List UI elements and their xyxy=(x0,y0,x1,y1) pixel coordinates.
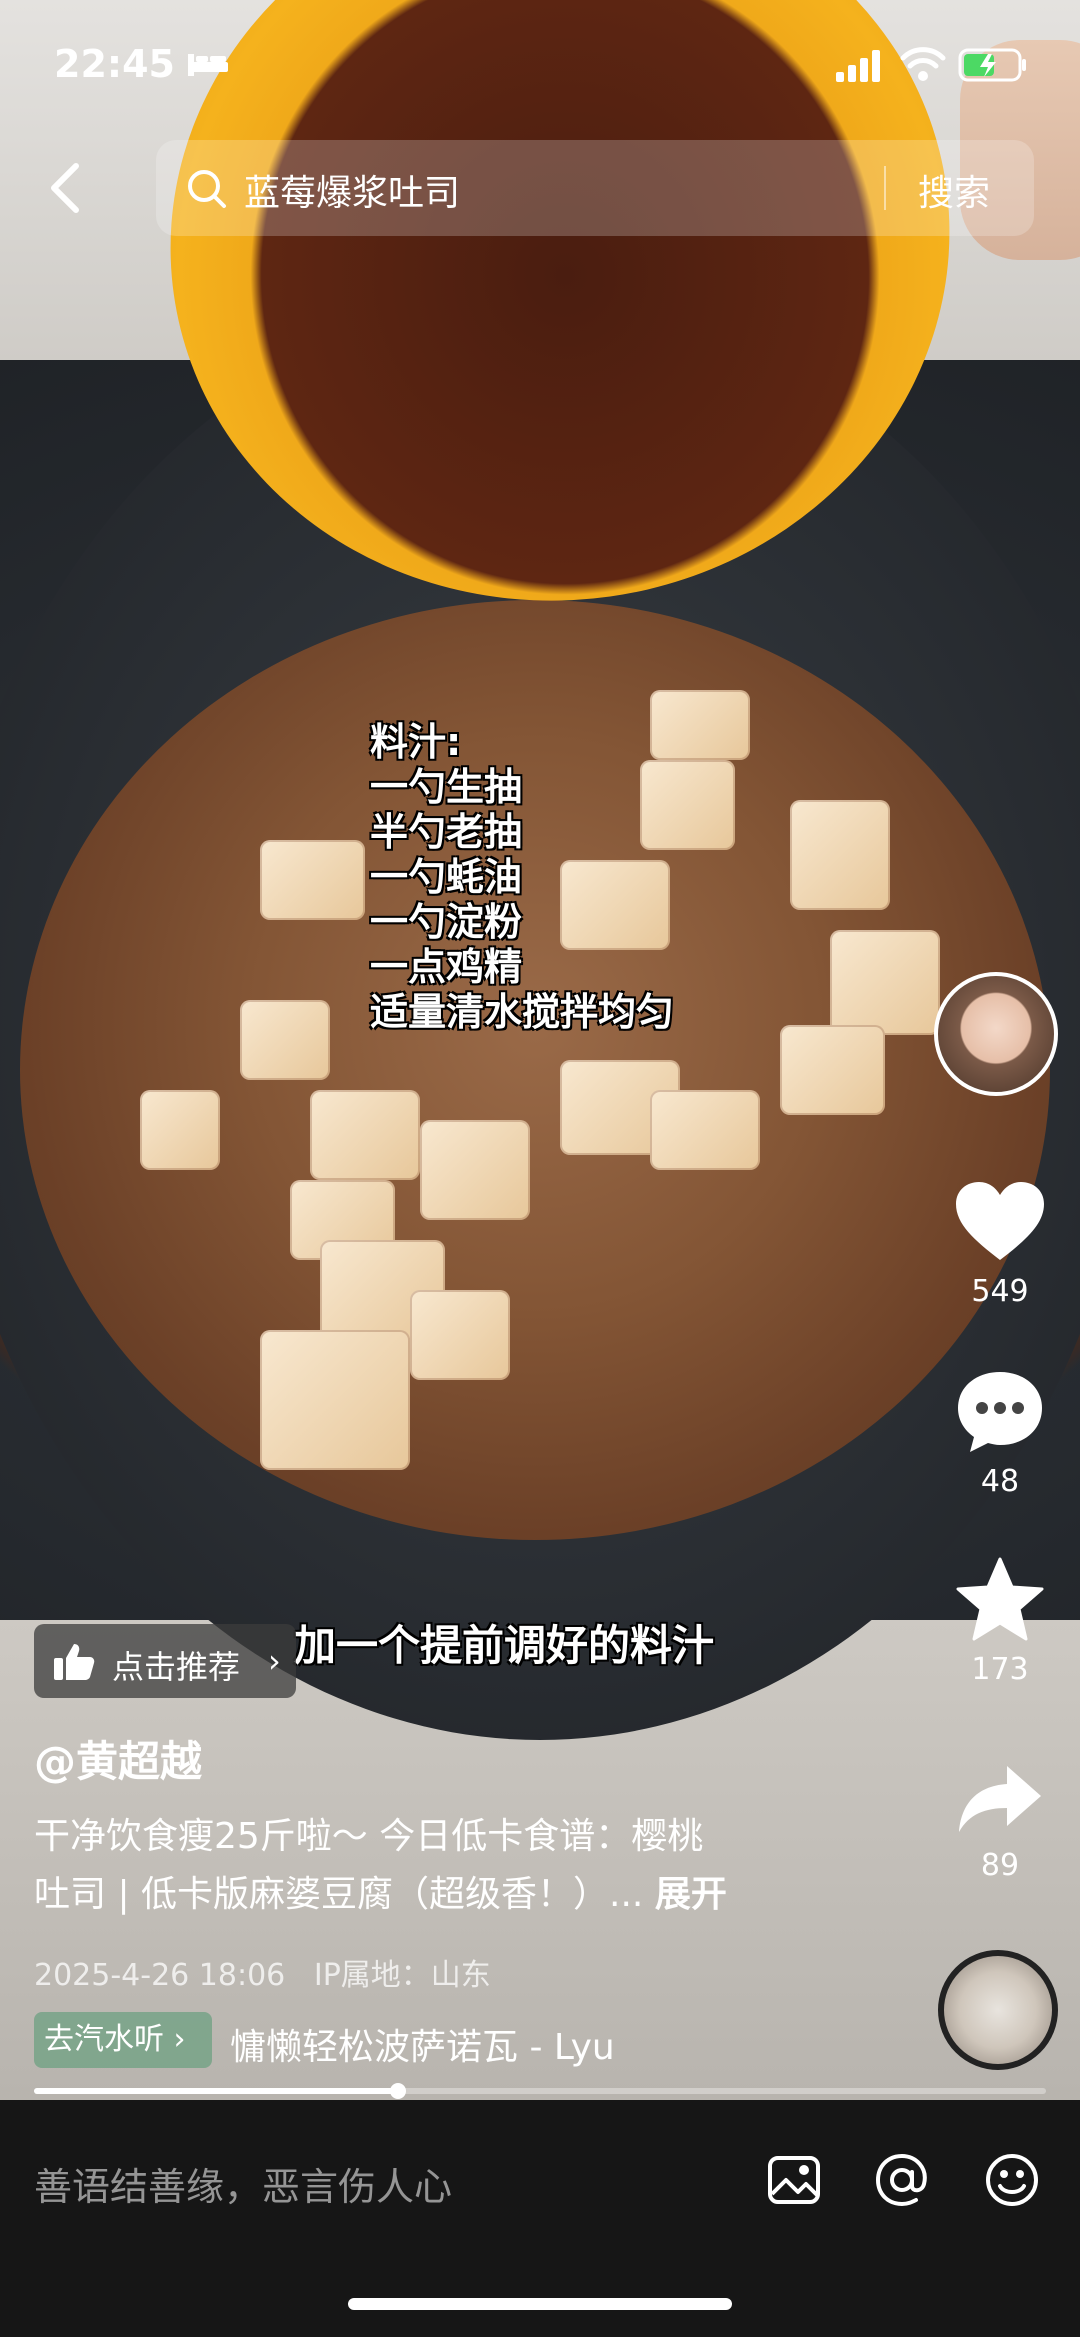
star-icon xyxy=(956,1557,1044,1641)
back-button[interactable] xyxy=(40,160,96,216)
recipe-line: 一点鸡精 xyxy=(370,945,523,989)
battery-icon xyxy=(958,48,1026,82)
recipe-line: 一勺淀粉 xyxy=(370,900,523,944)
tofu-cube xyxy=(650,1090,760,1170)
share-count: 89 xyxy=(980,1848,1020,1883)
sleep-mode-icon xyxy=(188,54,228,76)
tofu-cube xyxy=(140,1090,220,1170)
comment-button[interactable]: 48 xyxy=(940,1368,1060,1499)
tofu-cube xyxy=(260,840,365,920)
share-button[interactable]: 89 xyxy=(940,1762,1060,1883)
music-tag[interactable]: 去汽水听 › xyxy=(34,2012,212,2068)
image-icon[interactable] xyxy=(764,2150,824,2210)
recipe-caption: 料汁: 一勺生抽 半勺老抽 一勺蚝油 一勺淀粉 一点鸡精 适量清水搅拌均匀 xyxy=(370,720,674,1035)
signal-icon xyxy=(836,50,880,82)
search-divider xyxy=(884,166,886,210)
home-indicator xyxy=(348,2298,732,2310)
search-input[interactable]: 蓝莓爆浆吐司 搜索 xyxy=(156,140,1034,236)
comment-input[interactable]: 善语结善缘，恶言伤人心 xyxy=(34,2156,452,2211)
post-timestamp: 2025-4-26 18:06 xyxy=(34,1958,286,1993)
recipe-line: 半勺老抽 xyxy=(370,810,523,854)
video-subtitle: 加一个提前调好的料汁 xyxy=(294,1621,715,1670)
favorite-button[interactable]: 173 xyxy=(940,1556,1060,1687)
recipe-line: 适量清水搅拌均匀 xyxy=(370,990,675,1034)
search-icon xyxy=(188,170,226,208)
thumb-up-icon xyxy=(54,1644,95,1680)
emoji-icon[interactable] xyxy=(982,2150,1042,2210)
chevron-right-icon: › xyxy=(268,1642,281,1680)
music-tag-label: 去汽水听 xyxy=(44,2022,164,2057)
like-count: 549 xyxy=(971,1274,1029,1309)
wifi-icon xyxy=(900,47,946,81)
like-button[interactable]: 549 xyxy=(940,1180,1060,1309)
progress-fill xyxy=(34,2088,399,2094)
tofu-cube xyxy=(780,1025,885,1115)
search-button[interactable]: 搜索 xyxy=(918,164,990,216)
music-disc[interactable] xyxy=(938,1950,1058,2070)
post-description[interactable]: 干净饮食瘦25斤啦～ 今日低卡食谱：樱桃 吐司 | 低卡版麻婆豆腐（超级香！）.… xyxy=(34,1808,854,1924)
comment-icon xyxy=(958,1372,1042,1452)
tofu-cube xyxy=(260,1330,410,1470)
description-line: 吐司 | 低卡版麻婆豆腐（超级香！）... xyxy=(34,1874,644,1915)
recipe-line: 料汁: xyxy=(370,720,462,764)
tofu-cube xyxy=(240,1000,330,1080)
author-avatar[interactable] xyxy=(934,972,1058,1096)
tofu-cube xyxy=(310,1090,420,1180)
tofu-cube xyxy=(420,1120,530,1220)
recipe-line: 一勺蚝油 xyxy=(370,855,523,899)
share-icon xyxy=(959,1766,1041,1832)
recipe-line: 一勺生抽 xyxy=(370,765,523,809)
video-progress[interactable] xyxy=(34,2083,1046,2099)
favorite-count: 173 xyxy=(971,1652,1029,1687)
status-time: 22:45 xyxy=(54,42,175,86)
music-title: 慵懒轻松波萨诺瓦 - Lyu xyxy=(230,2027,615,2068)
tofu-cube xyxy=(830,930,940,1035)
post-location: IP属地：山东 xyxy=(313,1958,491,1993)
recommend-label: 点击推荐 xyxy=(112,1648,241,1686)
tofu-cube xyxy=(410,1290,510,1380)
comment-count: 48 xyxy=(980,1464,1020,1499)
recommend-button[interactable]: 点击推荐 › xyxy=(34,1624,296,1698)
expand-link[interactable]: 展开 xyxy=(655,1874,727,1915)
post-meta: 2025-4-26 18:06 IP属地：山东 xyxy=(34,1950,491,1994)
status-bar: 22:45 xyxy=(0,0,1080,130)
tofu-cube xyxy=(790,800,890,910)
at-icon[interactable] xyxy=(872,2150,932,2210)
author-name[interactable]: @黄超越 xyxy=(34,1728,202,1789)
description-line: 干净饮食瘦25斤啦～ 今日低卡食谱：樱桃 xyxy=(34,1816,704,1857)
heart-icon xyxy=(956,1182,1044,1260)
search-query: 蓝莓爆浆吐司 xyxy=(244,173,461,214)
